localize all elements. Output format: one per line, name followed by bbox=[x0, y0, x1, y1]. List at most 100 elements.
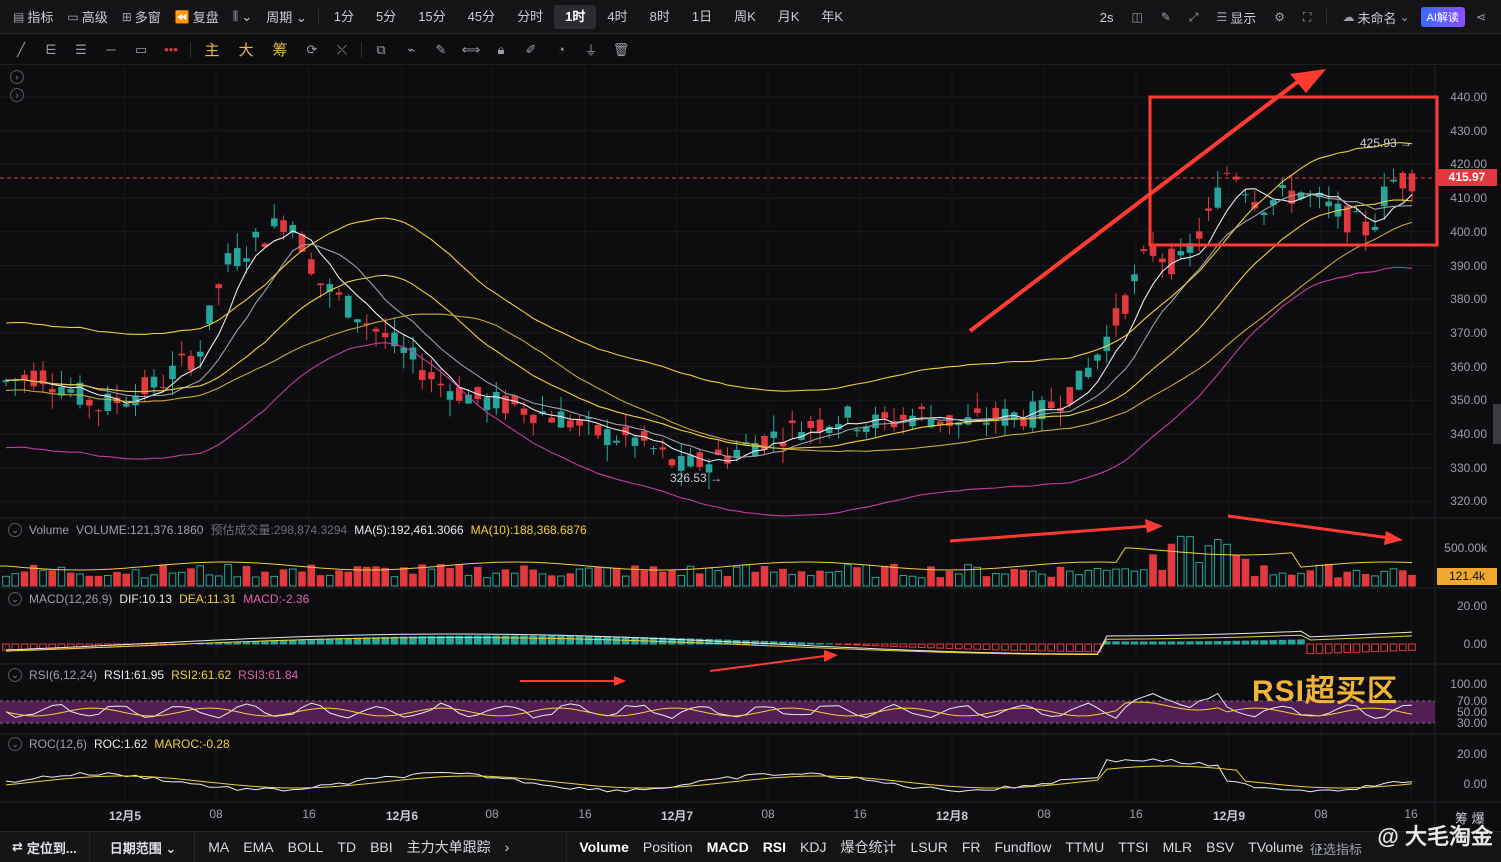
candle-body bbox=[317, 283, 324, 286]
main-indicator-0[interactable]: MA bbox=[201, 839, 236, 855]
collapse-icon[interactable]: ⌄ bbox=[8, 737, 22, 751]
main-indicator-3[interactable]: TD bbox=[330, 839, 363, 855]
refresh-interval[interactable]: 2s bbox=[1093, 5, 1121, 29]
expand-icon[interactable]: ⤢ bbox=[1182, 5, 1206, 29]
collapse-icon[interactable]: ⌄ bbox=[8, 592, 22, 606]
layout-name-dropdown[interactable]: ☁ 未命名 ⌄ bbox=[1335, 5, 1416, 29]
sub-indicator-6[interactable]: LSUR bbox=[903, 839, 954, 855]
macd-bar bbox=[917, 643, 926, 648]
period-1[interactable]: 5分 bbox=[365, 5, 407, 29]
sub-indicator-5[interactable]: 爆仓统计 bbox=[833, 837, 903, 857]
collapse-icon[interactable]: ⌄ bbox=[8, 668, 22, 682]
advanced-button[interactable]: ▭ 高级 bbox=[60, 5, 114, 29]
share-icon[interactable]: ⋖ bbox=[1469, 5, 1493, 29]
candle-body bbox=[1408, 173, 1416, 192]
period-0[interactable]: 1分 bbox=[323, 5, 365, 29]
sub-indicator-1[interactable]: Position bbox=[636, 839, 700, 855]
settings-icon[interactable]: ⚙ bbox=[1267, 5, 1292, 29]
period-5[interactable]: 1时 bbox=[554, 4, 597, 29]
horizontal-tool-icon[interactable]: ─ bbox=[96, 37, 126, 63]
ruler-icon[interactable]: ⌁ bbox=[396, 37, 426, 63]
period-7[interactable]: 8时 bbox=[639, 5, 681, 29]
sub-indicator-3[interactable]: RSI bbox=[756, 839, 793, 855]
sub-indicator-8[interactable]: Fundflow bbox=[988, 839, 1059, 855]
magnet-icon[interactable]: ◔ bbox=[546, 37, 576, 63]
period-11[interactable]: 年K bbox=[810, 5, 854, 29]
indicator-button[interactable]: ▤ 指标 bbox=[6, 5, 60, 29]
locate-button[interactable]: ⇄ 定位到... bbox=[0, 831, 90, 862]
sub-indicator-11[interactable]: MLR bbox=[1156, 839, 1200, 855]
high-marker: 425.93 → bbox=[1360, 136, 1413, 150]
volume-arrow-2-head bbox=[1384, 531, 1403, 545]
kline-chart[interactable] bbox=[0, 66, 1501, 830]
date-range-dropdown[interactable]: 日期范围 ⌄ bbox=[90, 831, 196, 862]
period-6[interactable]: 4时 bbox=[596, 5, 638, 29]
sub-indicator-12[interactable]: BSV bbox=[1199, 839, 1241, 855]
volume-bar bbox=[677, 574, 686, 587]
collapse-bottom-icon[interactable]: › bbox=[10, 88, 24, 102]
volume-bar bbox=[103, 574, 112, 587]
period-10[interactable]: 月K bbox=[767, 5, 811, 29]
main-indicator-4[interactable]: BBI bbox=[363, 839, 400, 855]
sync-icon[interactable]: ⟳ bbox=[297, 37, 327, 63]
candle-body bbox=[548, 417, 556, 423]
main-chart-mode[interactable]: 主 bbox=[195, 37, 229, 63]
side-panel-handle[interactable] bbox=[1493, 404, 1501, 444]
period-9[interactable]: 周K bbox=[723, 5, 767, 29]
camera-icon[interactable]: ◫ bbox=[1124, 5, 1149, 29]
chart-area[interactable]: › › 440.00 430.00 420.00 410.00 400.00 390.00… bbox=[0, 66, 1501, 830]
ai-analysis-button[interactable]: AI解读 bbox=[1420, 7, 1465, 27]
period-3[interactable]: 45分 bbox=[457, 5, 506, 29]
period-dropdown[interactable]: 周期 ⌄ bbox=[259, 5, 314, 29]
macd-bar bbox=[538, 635, 547, 645]
parallel-tool-icon[interactable]: ⋿ bbox=[36, 37, 66, 63]
candle-body bbox=[159, 387, 167, 389]
fullscreen-icon[interactable]: ⛶ bbox=[1296, 5, 1318, 29]
pen-icon[interactable]: ✎ bbox=[426, 37, 456, 63]
locate-icon: ⇄ bbox=[12, 839, 23, 854]
lock-icon[interactable]: 🔒︎ bbox=[486, 37, 516, 63]
note-icon[interactable]: ✐ bbox=[516, 37, 546, 63]
hide-drawing-icon[interactable]: ⤬ bbox=[327, 37, 357, 63]
display-button[interactable]: ☰ 显示 bbox=[1210, 5, 1264, 29]
sub-indicator-13[interactable]: TVolume bbox=[1241, 839, 1310, 855]
period-8[interactable]: 1日 bbox=[681, 5, 723, 29]
volume-bar bbox=[298, 571, 306, 587]
candle-body bbox=[224, 253, 232, 265]
candle-body bbox=[122, 404, 130, 407]
period-4[interactable]: 分时 bbox=[506, 5, 554, 29]
line-tool-icon[interactable]: ╱ bbox=[6, 37, 36, 63]
collapse-top-icon[interactable]: › bbox=[10, 70, 24, 84]
volume-bar bbox=[834, 570, 843, 587]
main-indicator-5[interactable]: 主力大单跟踪 bbox=[400, 837, 498, 857]
filter-icon[interactable]: ⏚ bbox=[576, 37, 606, 63]
candle-body bbox=[270, 218, 278, 227]
sub-indicator-4[interactable]: KDJ bbox=[793, 839, 833, 855]
replay-button[interactable]: ⏪ 复盘 bbox=[168, 5, 226, 29]
more-tool-icon[interactable]: ••• bbox=[156, 37, 186, 63]
main-indicator-2[interactable]: BOLL bbox=[281, 839, 331, 855]
measure-icon[interactable]: ⟺ bbox=[456, 37, 486, 63]
volume-bar bbox=[603, 567, 612, 587]
select-indicator-button[interactable]: 征选指标 bbox=[1310, 839, 1362, 858]
main-indicator-1[interactable]: EMA bbox=[236, 839, 280, 855]
large-order-mode[interactable]: 大 bbox=[229, 37, 263, 63]
volume-bar bbox=[760, 565, 769, 587]
main-indicator-6[interactable]: › bbox=[498, 839, 517, 855]
candle-body bbox=[1223, 172, 1231, 174]
sub-indicator-9[interactable]: TTMU bbox=[1058, 839, 1111, 855]
candle-type-dropdown[interactable]: ⫼ ⌄ bbox=[226, 5, 259, 29]
channel-tool-icon[interactable]: ☰ bbox=[66, 37, 96, 63]
multi-window-button[interactable]: ⊞ 多窗 bbox=[115, 5, 168, 29]
rect-tool-icon[interactable]: ▭ bbox=[126, 37, 156, 63]
chip-mode[interactable]: 筹 bbox=[263, 37, 297, 63]
sub-indicator-2[interactable]: MACD bbox=[700, 839, 756, 855]
sub-indicator-0[interactable]: Volume bbox=[572, 839, 636, 855]
period-2[interactable]: 15分 bbox=[407, 5, 456, 29]
collapse-icon[interactable]: ⌄ bbox=[8, 522, 22, 537]
trash-icon[interactable]: 🗑︎ bbox=[606, 37, 636, 63]
copy-icon[interactable]: ⧉ bbox=[366, 37, 396, 63]
edit-icon[interactable]: ✎ bbox=[1154, 5, 1178, 29]
sub-indicator-7[interactable]: FR bbox=[955, 839, 988, 855]
sub-indicator-10[interactable]: TTSI bbox=[1111, 839, 1155, 855]
